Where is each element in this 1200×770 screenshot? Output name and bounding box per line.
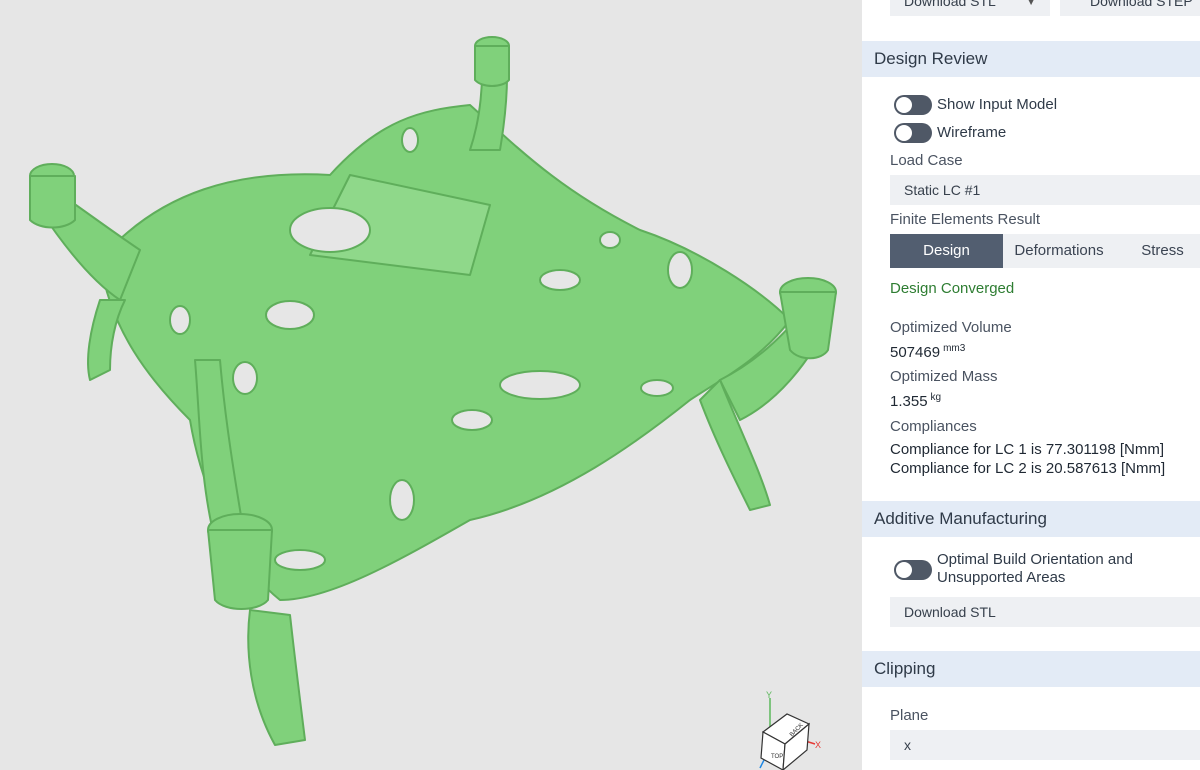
load-case-label: Load Case [890, 152, 963, 169]
fe-result-label: Finite Elements Result [890, 211, 1041, 228]
show-input-model-label: Show Input Model [937, 96, 1058, 113]
wireframe-label: Wireframe [937, 124, 1007, 141]
toggle-knob [896, 97, 912, 113]
compliance-lc2: Compliance for LC 2 is 20.587613 [Nmm] [890, 460, 1166, 477]
top-face-label: TOP [771, 754, 783, 760]
toggle-knob [896, 125, 912, 141]
compliances-label: Compliances [890, 418, 977, 435]
optimized-mass-value: 1.355 kg [890, 392, 941, 410]
plane-select[interactable]: x [890, 730, 1200, 760]
additive-manufacturing-header[interactable]: Additive Manufacturing [862, 501, 1200, 537]
wireframe-toggle-row[interactable]: Wireframe [894, 122, 1006, 144]
fe-result-tabs: Design Deformations Stress [890, 234, 1200, 268]
properties-panel: Download STL ▼ Download STEP Design Revi… [862, 0, 1200, 770]
build-orientation-label: Optimal Build Orientation and Unsupporte… [937, 551, 1133, 586]
build-orientation-toggle[interactable] [894, 560, 932, 580]
3d-viewport[interactable]: Y X BACK TOP [0, 0, 862, 770]
build-orientation-toggle-row[interactable]: Optimal Build Orientation and Unsupporte… [894, 551, 1200, 591]
clipping-header[interactable]: Clipping [862, 651, 1200, 687]
view-cube-gizmo[interactable]: Y X BACK TOP [745, 688, 825, 770]
download-row: Download STL ▼ Download STEP [890, 0, 1200, 16]
mass-unit: kg [930, 392, 942, 403]
chevron-down-icon: ▼ [1026, 0, 1036, 8]
volume-number: 507469 [890, 344, 941, 361]
tab-deformations[interactable]: Deformations [1003, 234, 1115, 268]
optimized-volume-label: Optimized Volume [890, 319, 1012, 336]
load-case-select[interactable]: Static LC #1 [890, 175, 1200, 205]
tab-design[interactable]: Design [890, 234, 1003, 268]
volume-unit: mm3 [943, 343, 966, 354]
download-step-button[interactable]: Download STEP [1060, 0, 1200, 16]
y-axis-label: Y [766, 690, 772, 700]
plane-label: Plane [890, 707, 929, 724]
additive-download-stl-button[interactable]: Download STL [890, 597, 1200, 627]
design-status: Design Converged [890, 280, 1015, 297]
design-review-header[interactable]: Design Review [862, 41, 1200, 77]
wireframe-toggle[interactable] [894, 123, 932, 143]
compliance-lc1: Compliance for LC 1 is 77.301198 [Nmm] [890, 441, 1165, 458]
toggle-knob [896, 562, 912, 578]
mass-number: 1.355 [890, 393, 928, 410]
show-input-model-toggle[interactable] [894, 95, 932, 115]
optimized-volume-value: 507469 mm3 [890, 343, 965, 361]
show-input-model-toggle-row[interactable]: Show Input Model [894, 94, 1057, 116]
download-format-select[interactable]: Download STL ▼ [890, 0, 1050, 16]
tab-stress[interactable]: Stress [1115, 234, 1200, 268]
x-axis-label: X [815, 740, 821, 750]
download-format-value: Download STL [904, 0, 996, 9]
optimized-mass-label: Optimized Mass [890, 368, 998, 385]
optimized-model[interactable] [0, 0, 862, 770]
